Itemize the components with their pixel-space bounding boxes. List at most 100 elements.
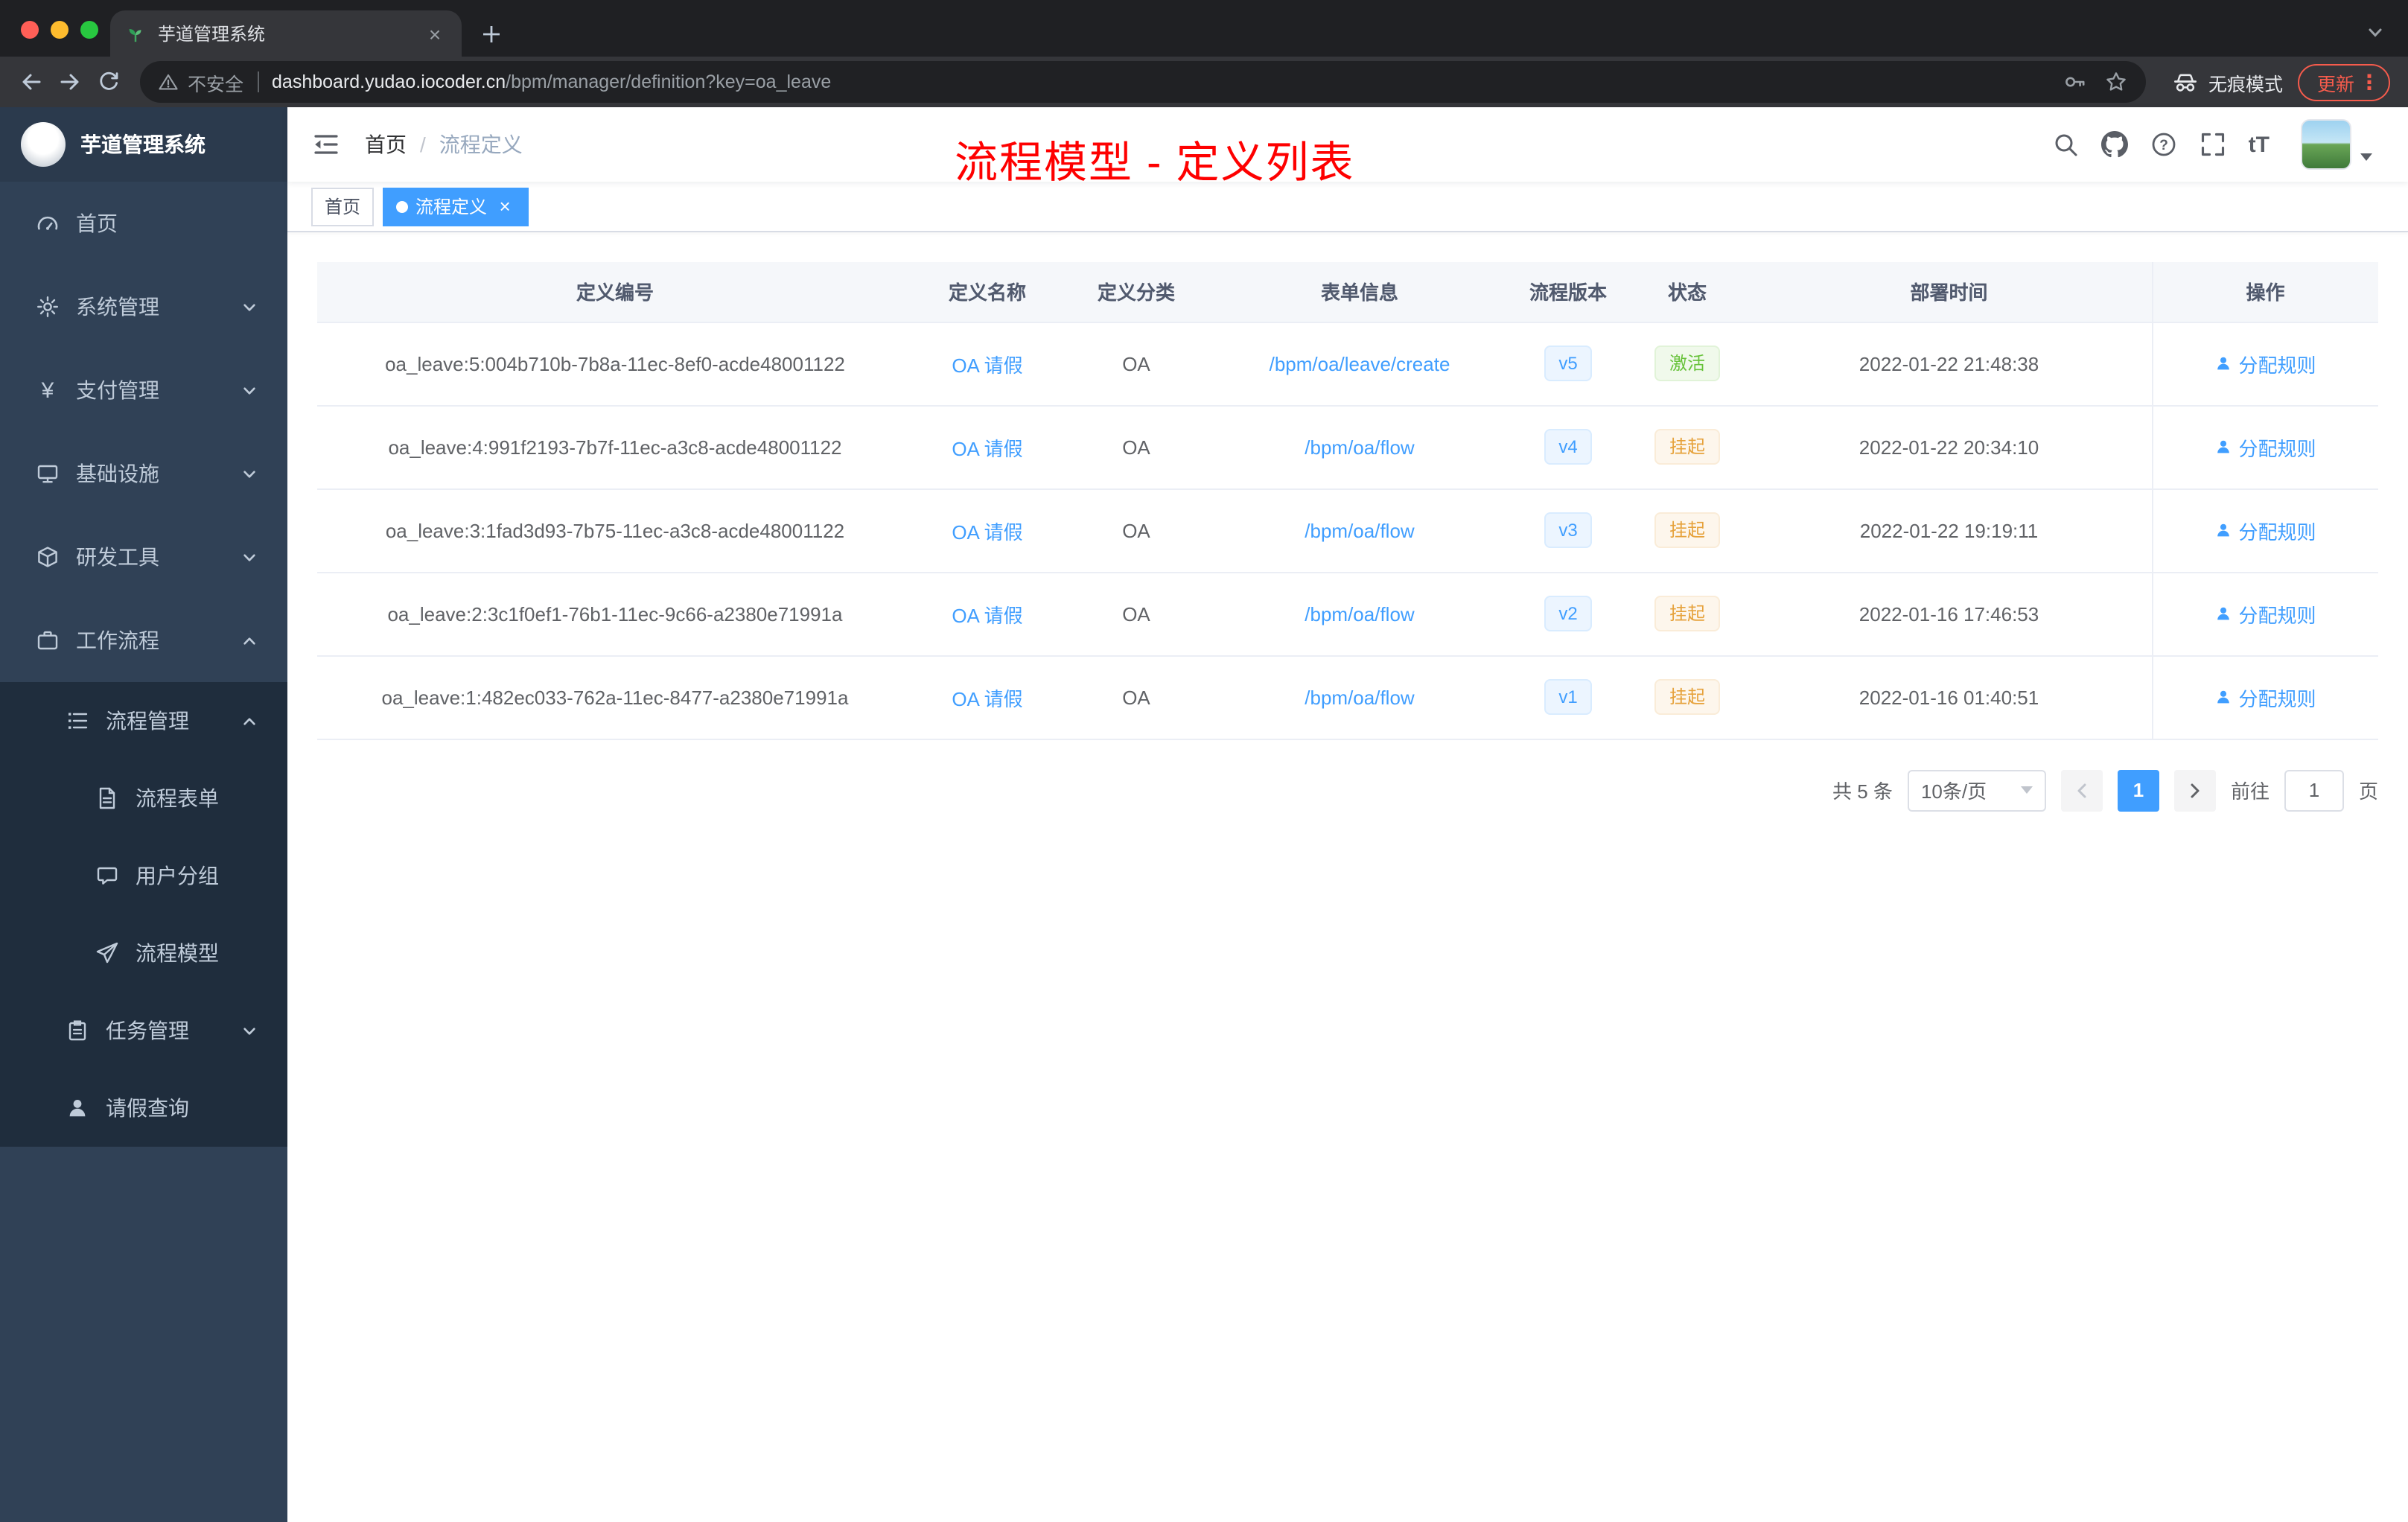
sidebar-item-task-mgmt[interactable]: 任务管理 (0, 992, 287, 1069)
assign-rule-link[interactable]: 分配规则 (2214, 349, 2316, 378)
zoom-window-button[interactable] (80, 21, 98, 39)
github-icon[interactable] (2100, 131, 2128, 158)
tag-home[interactable]: 首页 (311, 187, 375, 226)
briefcase-icon (37, 631, 58, 650)
security-label: 不安全 (188, 74, 244, 95)
screen: 芋道管理系统 × 不安全 dashboard.yudao.iocoder.cn/… (0, 0, 2408, 1522)
chevron-down-icon (243, 553, 255, 561)
forward-button[interactable] (51, 63, 89, 101)
sidebar-item-user-group[interactable]: 用户分组 (0, 837, 287, 914)
form-link[interactable]: /bpm/oa/leave/create (1270, 352, 1450, 375)
pagination-total: 共 5 条 (1832, 780, 1893, 803)
help-icon[interactable]: ? (2150, 131, 2177, 158)
reload-button[interactable] (89, 63, 128, 101)
chevron-down-icon (243, 386, 255, 394)
sidebar-item-label: 流程表单 (136, 786, 219, 810)
status-badge: 挂起 (1654, 596, 1720, 631)
deploy-time: 2022-01-22 20:34:10 (1747, 405, 2152, 489)
tab-search-button[interactable] (2366, 24, 2384, 42)
sidebar-item-label: 研发工具 (76, 545, 159, 569)
bookmark-star-icon[interactable] (2104, 70, 2128, 94)
table-row: oa_leave:1:482ec033-762a-11ec-8477-a2380… (317, 655, 2378, 739)
tag-label: 流程定义 (415, 197, 488, 217)
sidebar-item-leave-query[interactable]: 请假查询 (0, 1069, 287, 1147)
form-link[interactable]: /bpm/oa/flow (1305, 436, 1414, 458)
back-button[interactable] (12, 63, 51, 101)
chat-bubble-icon (97, 867, 118, 885)
fullscreen-icon[interactable] (2200, 131, 2226, 158)
user-menu[interactable] (2301, 119, 2372, 170)
sidebar-item-payment[interactable]: ¥ 支付管理 (0, 348, 287, 432)
more-menu-icon: ⋮ (2359, 69, 2380, 93)
version-badge: v3 (1544, 512, 1593, 548)
deploy-time: 2022-01-22 21:48:38 (1747, 322, 2152, 406)
chevron-down-icon (243, 303, 255, 311)
sidebar-item-infrastructure[interactable]: 基础设施 (0, 432, 287, 515)
key-icon[interactable] (2063, 70, 2086, 94)
definition-name-link[interactable]: OA 请假 (952, 687, 1022, 710)
definition-id: oa_leave:4:991f2193-7b7f-11ec-a3c8-acde4… (317, 405, 913, 489)
sidebar-item-label: 系统管理 (76, 295, 159, 319)
assign-rule-link[interactable]: 分配规则 (2214, 599, 2316, 628)
assign-rule-link[interactable]: 分配规则 (2214, 683, 2316, 711)
sidebar-item-process-form[interactable]: 流程表单 (0, 760, 287, 837)
goto-page-input[interactable] (2284, 769, 2344, 811)
definition-name-link[interactable]: OA 请假 (952, 437, 1022, 459)
list-tree-icon (69, 713, 88, 729)
definition-id: oa_leave:1:482ec033-762a-11ec-8477-a2380… (317, 655, 913, 739)
breadcrumb-current: 流程定义 (439, 133, 523, 156)
prev-page-button[interactable] (2060, 769, 2103, 811)
incognito-indicator: 无痕模式 (2173, 68, 2283, 96)
browser-update-menu-button[interactable]: 更新 ⋮ (2297, 63, 2390, 101)
sidebar-item-process-model[interactable]: 流程模型 (0, 914, 287, 992)
person-icon (2217, 690, 2230, 704)
form-link[interactable]: /bpm/oa/flow (1305, 519, 1414, 541)
definition-category: OA (1062, 655, 1211, 739)
sidebar-item-devtools[interactable]: 研发工具 (0, 515, 287, 599)
definition-name-link[interactable]: OA 请假 (952, 354, 1022, 376)
assign-rule-link[interactable]: 分配规则 (2214, 433, 2316, 461)
address-bar[interactable]: 不安全 dashboard.yudao.iocoder.cn/bpm/manag… (140, 61, 2146, 103)
column-header-actions: 操作 (2151, 262, 2378, 322)
column-header-version: 流程版本 (1509, 262, 1628, 322)
tag-process-definition[interactable]: 流程定义 × (383, 187, 529, 226)
clipboard-icon (69, 1020, 86, 1041)
new-tab-button[interactable] (480, 10, 503, 57)
sidebar-item-label: 流程管理 (106, 709, 189, 733)
definition-name-link[interactable]: OA 请假 (952, 604, 1022, 626)
definition-category: OA (1062, 488, 1211, 573)
sidebar-item-workflow[interactable]: 工作流程 (0, 599, 287, 682)
sidebar-fold-icon[interactable] (311, 130, 341, 159)
tab-close-icon[interactable]: × (423, 23, 447, 44)
table-row: oa_leave:2:3c1f0ef1-76b1-11ec-9c66-a2380… (317, 572, 2378, 656)
active-dot (396, 200, 409, 212)
minimize-window-button[interactable] (51, 21, 69, 39)
assign-rule-link[interactable]: 分配规则 (2214, 516, 2316, 544)
definition-name-link[interactable]: OA 请假 (952, 520, 1022, 543)
column-header-definition-id: 定义编号 (317, 262, 913, 322)
table-row: oa_leave:3:1fad3d93-7b75-11ec-a3c8-acde4… (317, 488, 2378, 573)
browser-tab[interactable]: 芋道管理系统 × (110, 10, 462, 57)
form-link[interactable]: /bpm/oa/flow (1305, 686, 1414, 708)
sidebar-item-home[interactable]: 首页 (0, 182, 287, 265)
sidebar-item-process-mgmt[interactable]: 流程管理 (0, 682, 287, 760)
breadcrumb-separator: / (420, 133, 426, 156)
page-number-button[interactable]: 1 (2117, 769, 2159, 811)
version-badge: v4 (1544, 429, 1593, 465)
breadcrumb-home[interactable]: 首页 (365, 130, 407, 159)
gear-icon (37, 296, 58, 317)
close-window-button[interactable] (21, 21, 39, 39)
svg-text:?: ? (2159, 138, 2168, 153)
document-icon (99, 787, 115, 809)
page-size-value: 10条/页 (1920, 780, 1987, 803)
security-indicator[interactable]: 不安全 (158, 68, 243, 96)
breadcrumb: 首页 / 流程定义 (365, 130, 523, 159)
search-icon[interactable] (2052, 131, 2079, 158)
sidebar-item-system[interactable]: 系统管理 (0, 265, 287, 348)
form-link[interactable]: /bpm/oa/flow (1305, 602, 1414, 625)
font-size-icon[interactable]: tT (2249, 132, 2270, 157)
tag-close-icon[interactable]: × (494, 197, 515, 216)
page-size-select[interactable]: 10条/页 (1907, 769, 2046, 811)
next-page-button[interactable] (2173, 769, 2216, 811)
logo-title: 芋道管理系统 (80, 133, 206, 156)
